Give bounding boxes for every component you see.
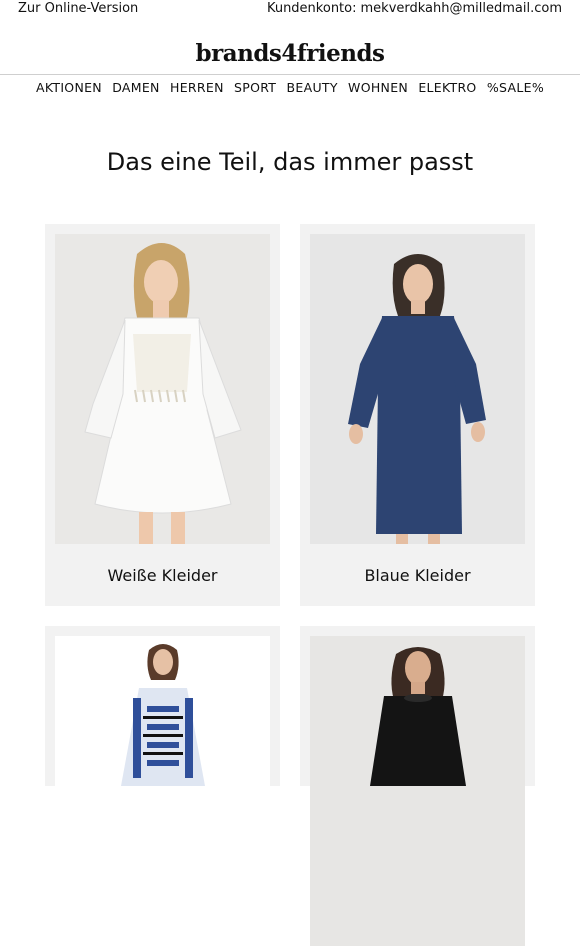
nav-item-sale[interactable]: %SALE% xyxy=(487,80,544,95)
product-image-patterned-dress[interactable] xyxy=(55,636,270,946)
top-bar: Zur Online-Version Kundenkonto: mekverdka… xyxy=(0,0,580,18)
account-info: Kundenkonto: mekverdkahh@milledmail.com xyxy=(267,1,562,16)
product-image-white-dress[interactable] xyxy=(55,234,270,544)
product-card-black-dress[interactable] xyxy=(300,626,535,946)
nav-item-elektro[interactable]: ELEKTRO xyxy=(418,80,476,95)
online-version-link[interactable]: Zur Online-Version xyxy=(18,1,138,16)
nav-item-aktionen[interactable]: AKTIONEN xyxy=(36,80,102,95)
nav-item-herren[interactable]: HERREN xyxy=(170,80,224,95)
product-label[interactable]: Weiße Kleider xyxy=(45,566,280,585)
nav-item-wohnen[interactable]: WOHNEN xyxy=(348,80,408,95)
header-divider xyxy=(0,74,580,75)
brand-logo[interactable]: brands4friends xyxy=(0,40,580,67)
nav-item-beauty[interactable]: BEAUTY xyxy=(287,80,338,95)
nav-item-damen[interactable]: DAMEN xyxy=(112,80,160,95)
nav-item-sport[interactable]: SPORT xyxy=(234,80,276,95)
product-label[interactable]: Blaue Kleider xyxy=(300,566,535,585)
account-label: Kundenkonto: xyxy=(266,1,357,16)
product-card-patterned-dress[interactable] xyxy=(45,626,280,946)
product-card-white-dresses[interactable]: Weiße Kleider xyxy=(45,224,280,606)
product-card-blue-dresses[interactable]: Blaue Kleider xyxy=(300,224,535,606)
main-navigation: AKTIONEN DAMEN HERREN SPORT BEAUTY WOHNE… xyxy=(0,80,580,95)
account-email-link[interactable]: mekverdkahh@milledmail.com xyxy=(361,1,563,16)
product-image-blue-dress[interactable] xyxy=(310,234,525,544)
page-headline: Das eine Teil, das immer passt xyxy=(106,148,474,176)
product-image-black-dress[interactable] xyxy=(310,636,525,946)
